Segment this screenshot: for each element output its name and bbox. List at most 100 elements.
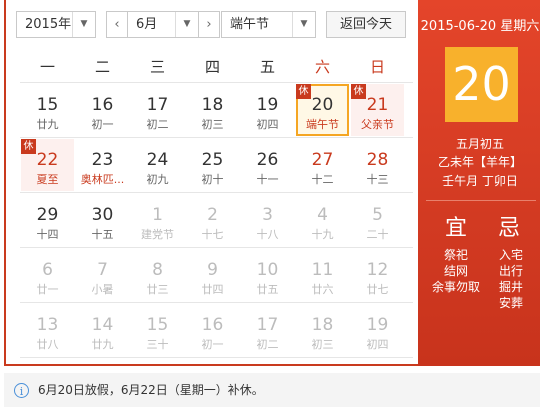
day-number: 16 (91, 95, 114, 115)
day-number: 3 (262, 205, 273, 225)
lunar-label: 父亲节 (361, 118, 394, 131)
row-divider (20, 192, 413, 193)
weekday-label: 一 (39, 58, 55, 76)
day-cell[interactable]: 16 初一 (186, 304, 239, 356)
day-cell[interactable]: 13 廿八 (21, 304, 74, 356)
day-cell[interactable]: 11 廿六 (296, 249, 349, 301)
yi-heading: 宜 (445, 216, 468, 241)
lunar-label: 初一 (201, 338, 224, 351)
day-cell[interactable]: 2 十七 (186, 194, 239, 246)
yi-item: 结网 (443, 264, 468, 278)
lunar-label: 廿九 (91, 338, 114, 351)
day-cell[interactable]: 6 廿一 (21, 249, 74, 301)
day-cell[interactable]: 17 初二 (131, 84, 184, 136)
lunar-label: 廿七 (366, 283, 389, 296)
day-cell[interactable]: 24 初九 (131, 139, 184, 191)
day-cell[interactable]: 27 十二 (296, 139, 349, 191)
day-number: 19 (366, 315, 389, 335)
day-number: 29 (36, 205, 59, 225)
day-cell[interactable]: 16 初一 (76, 84, 129, 136)
ji-list: 入宅 出行 掘井 安葬 (490, 247, 532, 311)
lunar-label: 十八 (256, 228, 279, 241)
back-to-today-button[interactable]: 返回今天 (326, 11, 406, 38)
day-number: 10 (256, 260, 279, 280)
year-select[interactable]: 2015年 ▼ (16, 11, 96, 38)
month-select[interactable]: 6月 ▼ (127, 11, 199, 38)
holiday-select[interactable]: 端午节 ▼ (221, 11, 316, 38)
day-cell[interactable]: 17 初二 (241, 304, 294, 356)
divider (426, 200, 536, 201)
day-cell[interactable]: 15 三十 (131, 304, 184, 356)
day-cell[interactable]: 30 十五 (76, 194, 129, 246)
ganzhi-month-day: 壬午月 丁卯日 (442, 174, 518, 188)
day-cell[interactable]: 23 奥林匹... (76, 139, 129, 191)
day-number: 14 (91, 315, 114, 335)
lunar-label: 初二 (256, 338, 279, 351)
day-cell[interactable]: 25 初十 (186, 139, 239, 191)
day-cell[interactable]: 18 初三 (296, 304, 349, 356)
lunar-label: 十三 (366, 173, 389, 186)
prev-month-button[interactable]: ‹ (106, 11, 128, 38)
ji-item: 安葬 (498, 296, 523, 310)
next-month-button[interactable]: › (198, 11, 220, 38)
lunar-label: 廿五 (256, 283, 279, 296)
day-number: 18 (311, 315, 334, 335)
day-number: 5 (372, 205, 383, 225)
day-number: 30 (91, 205, 114, 225)
day-cell[interactable]: 29 十四 (21, 194, 74, 246)
row-divider (20, 82, 413, 83)
lunar-label: 端午节 (306, 118, 339, 131)
lunar-label: 廿九 (36, 118, 59, 131)
weekday-label: 四 (204, 58, 220, 76)
day-number: 1 (152, 205, 163, 225)
day-cell[interactable]: 14 廿九 (76, 304, 129, 356)
lunar-label: 廿八 (36, 338, 59, 351)
day-number: 23 (91, 150, 114, 170)
selected-date: 2015-06-20 星期六 (420, 19, 540, 34)
chevron-down-icon: ▼ (175, 12, 198, 37)
lunar-label: 夏至 (36, 173, 59, 186)
lunar-label: 廿一 (36, 283, 59, 296)
day-cell[interactable]: 休 22 夏至 (21, 139, 74, 191)
holiday-badge: 休 (351, 84, 366, 99)
day-cell-today[interactable]: 休 20 端午节 (296, 84, 349, 136)
day-cell[interactable]: 4 十九 (296, 194, 349, 246)
lunar-label: 建党节 (141, 228, 174, 241)
weekday-label: 六 (314, 58, 330, 76)
day-cell[interactable]: 15 廿九 (21, 84, 74, 136)
day-cell[interactable]: 休 21 父亲节 (351, 84, 404, 136)
day-number: 2 (207, 205, 218, 225)
holiday-badge: 休 (296, 84, 311, 99)
holiday-badge: 休 (21, 139, 36, 154)
holiday-notice-text: 6月20日放假，6月22日（星期一）补休。 (38, 383, 264, 397)
day-number: 24 (146, 150, 169, 170)
lunar-label: 十七 (201, 228, 224, 241)
day-number: 15 (36, 95, 59, 115)
ji-item: 出行 (498, 264, 523, 278)
day-cell[interactable]: 28 十三 (351, 139, 404, 191)
lunar-label: 十一 (256, 173, 279, 186)
day-cell[interactable]: 1 建党节 (131, 194, 184, 246)
lunar-label: 三十 (146, 338, 169, 351)
day-cell[interactable]: 26 十一 (241, 139, 294, 191)
row-divider (20, 247, 413, 248)
day-cell[interactable]: 19 初四 (351, 304, 404, 356)
ji-item: 入宅 (498, 248, 523, 262)
day-number: 26 (256, 150, 279, 170)
lunar-label: 初四 (366, 338, 389, 351)
day-cell[interactable]: 7 小暑 (76, 249, 129, 301)
month-select-value: 6月 (136, 17, 158, 32)
day-cell[interactable]: 8 廿三 (131, 249, 184, 301)
day-cell[interactable]: 12 廿七 (351, 249, 404, 301)
day-number: 7 (97, 260, 108, 280)
row-divider (20, 357, 413, 358)
ji-heading: 忌 (498, 216, 521, 241)
year-select-value: 2015年 (25, 17, 72, 32)
day-cell[interactable]: 19 初四 (241, 84, 294, 136)
day-cell[interactable]: 18 初三 (186, 84, 239, 136)
day-cell[interactable]: 3 十八 (241, 194, 294, 246)
day-cell[interactable]: 9 廿四 (186, 249, 239, 301)
day-cell[interactable]: 5 二十 (351, 194, 404, 246)
day-number: 15 (146, 315, 169, 335)
day-cell[interactable]: 10 廿五 (241, 249, 294, 301)
